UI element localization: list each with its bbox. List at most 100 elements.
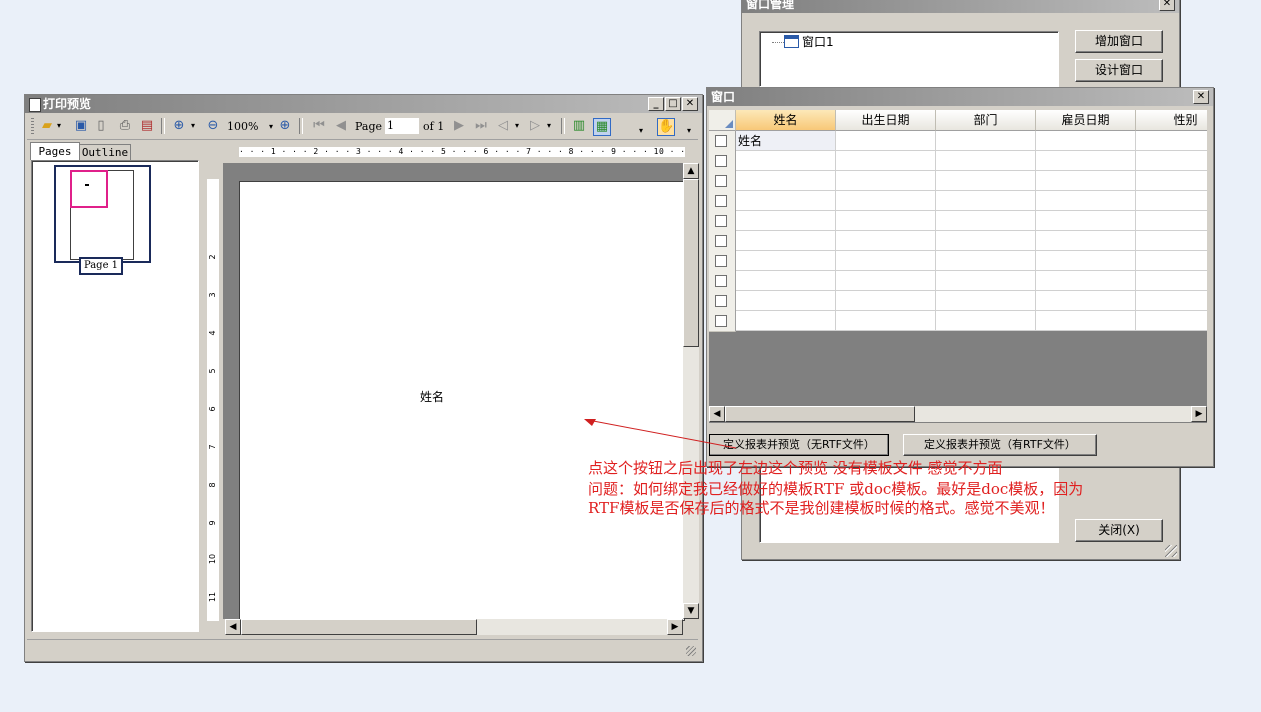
grid-cell[interactable]: [1136, 231, 1207, 251]
grid-cell[interactable]: [836, 151, 936, 171]
grid-cell[interactable]: [736, 151, 836, 171]
row-checkbox[interactable]: [715, 315, 727, 327]
row-checkbox[interactable]: [715, 195, 727, 207]
tab-pages[interactable]: Pages: [30, 142, 80, 160]
row-checkbox[interactable]: [715, 275, 727, 287]
toolbar-overflow-icon[interactable]: ▾: [685, 123, 693, 139]
row-checkbox[interactable]: [715, 295, 727, 307]
back-icon[interactable]: ◁: [495, 118, 511, 134]
design-window-button[interactable]: 设计窗口: [1075, 59, 1163, 82]
row-header[interactable]: [709, 251, 736, 272]
grid-cell[interactable]: [1036, 291, 1136, 311]
page-thumbnail[interactable]: [54, 165, 151, 263]
grid-cell[interactable]: [1036, 251, 1136, 271]
zoom-out-icon[interactable]: ⊖: [205, 118, 221, 134]
zoom-dropdown-icon[interactable]: ▾: [189, 118, 197, 134]
grid-cell[interactable]: [936, 211, 1036, 231]
grid-cell[interactable]: [836, 231, 936, 251]
grid-cell[interactable]: [736, 231, 836, 251]
row-checkbox[interactable]: [715, 135, 727, 147]
window-manager-close-icon[interactable]: ✕: [1159, 0, 1175, 11]
dropdown-arrow-icon[interactable]: ▾: [55, 118, 63, 134]
maximize-icon[interactable]: □: [665, 97, 681, 111]
vertical-scrollbar[interactable]: ▲ ▼: [683, 163, 699, 619]
first-page-icon[interactable]: ⏮: [311, 118, 327, 134]
grid-cell[interactable]: [1036, 231, 1136, 251]
scroll-right-icon[interactable]: ▶: [667, 619, 683, 635]
row-header[interactable]: [709, 271, 736, 292]
thumbnail-view-rect[interactable]: [70, 170, 108, 208]
toolbar-overflow-icon[interactable]: ▾: [637, 123, 645, 139]
row-header[interactable]: [709, 151, 736, 172]
grid-cell[interactable]: [736, 311, 836, 331]
row-checkbox[interactable]: [715, 175, 727, 187]
grid-cell[interactable]: [1036, 271, 1136, 291]
open-folder-icon[interactable]: ▰: [39, 118, 55, 134]
grid-cell[interactable]: [736, 211, 836, 231]
grid-cell[interactable]: 姓名: [736, 131, 836, 151]
page-setup-icon[interactable]: ▤: [139, 118, 155, 134]
single-page-icon[interactable]: ▥: [571, 118, 587, 134]
row-checkbox[interactable]: [715, 155, 727, 167]
grid-cell[interactable]: [736, 191, 836, 211]
grid-cell[interactable]: [1136, 151, 1207, 171]
grid-cell[interactable]: [836, 291, 936, 311]
grid-cell[interactable]: [936, 251, 1036, 271]
grid-cell[interactable]: [936, 131, 1036, 151]
prev-page-icon[interactable]: ◀: [333, 118, 349, 134]
horizontal-scroll-thumb[interactable]: [241, 619, 477, 635]
grid-cell[interactable]: [1136, 191, 1207, 211]
status-resize-grip-icon[interactable]: [686, 646, 696, 656]
zoom-fit-icon[interactable]: ⊕: [277, 118, 293, 134]
grid-cell[interactable]: [836, 191, 936, 211]
column-header-name[interactable]: 姓名: [736, 110, 836, 131]
grid-cell[interactable]: [1036, 211, 1136, 231]
tree-item-window1[interactable]: 窗口1: [802, 33, 834, 50]
last-page-icon[interactable]: ⏭: [473, 118, 489, 134]
grid-window-close-icon[interactable]: ✕: [1193, 90, 1209, 104]
grid-cell[interactable]: [1136, 291, 1207, 311]
row-checkbox[interactable]: [715, 215, 727, 227]
row-checkbox[interactable]: [715, 235, 727, 247]
grid-cell[interactable]: [1136, 251, 1207, 271]
multi-page-icon[interactable]: ▦: [593, 118, 611, 136]
zoom-in-icon[interactable]: ⊕: [171, 118, 187, 134]
back-dropdown-icon[interactable]: ▾: [513, 118, 521, 134]
row-header[interactable]: [709, 231, 736, 252]
row-header[interactable]: [709, 171, 736, 192]
grid-cell[interactable]: [1136, 131, 1207, 151]
page-number-input[interactable]: 1: [385, 118, 419, 134]
row-header[interactable]: [709, 131, 736, 152]
grid-cell[interactable]: [1036, 171, 1136, 191]
grid-cell[interactable]: [1136, 211, 1207, 231]
grid-cell[interactable]: [936, 231, 1036, 251]
row-header[interactable]: [709, 311, 736, 332]
grid-cell[interactable]: [1036, 131, 1136, 151]
row-header[interactable]: [709, 191, 736, 212]
grid-cell[interactable]: [1136, 311, 1207, 331]
print-icon[interactable]: ⎙: [117, 118, 133, 134]
hand-tool-icon[interactable]: ✋: [657, 118, 675, 136]
grid-cell[interactable]: [1136, 171, 1207, 191]
grid-cell[interactable]: [836, 311, 936, 331]
grid-cell[interactable]: [936, 311, 1036, 331]
row-checkbox[interactable]: [715, 255, 727, 267]
grid-cell[interactable]: [836, 251, 936, 271]
close-button[interactable]: 关闭(X): [1075, 519, 1163, 542]
grid-cell[interactable]: [736, 171, 836, 191]
column-header-birthdate[interactable]: 出生日期: [836, 110, 936, 131]
grid-cell[interactable]: [936, 291, 1036, 311]
grid-cell[interactable]: [936, 191, 1036, 211]
vertical-scroll-thumb[interactable]: [683, 179, 699, 347]
window-tree[interactable]: 窗口1: [759, 31, 1059, 87]
forward-dropdown-icon[interactable]: ▾: [545, 118, 553, 134]
grid-cell[interactable]: [936, 271, 1036, 291]
grid-cell[interactable]: [936, 151, 1036, 171]
grid-scroll-right-icon[interactable]: ▶: [1191, 406, 1207, 422]
grid-cell[interactable]: [836, 211, 936, 231]
grid-cell[interactable]: [1036, 151, 1136, 171]
column-header-gender[interactable]: 性别: [1136, 110, 1207, 131]
grid-horizontal-scroll-thumb[interactable]: [725, 406, 915, 422]
horizontal-scrollbar[interactable]: ◀ ▶: [225, 619, 683, 635]
close-icon[interactable]: ✕: [682, 97, 698, 111]
